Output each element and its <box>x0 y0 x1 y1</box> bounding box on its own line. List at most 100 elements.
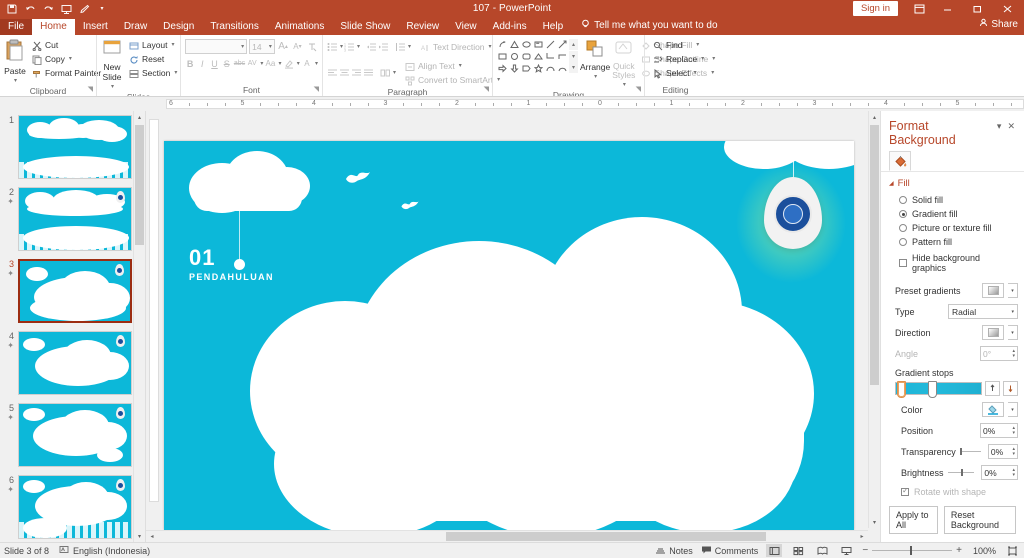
new-slide-chevron-down-icon[interactable]: ▾ <box>111 82 114 92</box>
shape-star-icon[interactable] <box>533 63 544 74</box>
undo-icon[interactable] <box>22 1 38 16</box>
font-name-input[interactable]: ▾ <box>185 39 248 54</box>
direction-button[interactable] <box>982 325 1004 340</box>
paste-button[interactable]: Paste ▾ <box>4 37 26 86</box>
numbering-icon[interactable]: 123 <box>344 39 355 54</box>
align-right-icon[interactable] <box>351 65 362 80</box>
tab-animations[interactable]: Animations <box>267 19 332 35</box>
shape-rounded-rectangle-icon[interactable] <box>521 51 532 62</box>
transparency-decrement-icon[interactable]: ▾ <box>1012 451 1015 457</box>
italic-button[interactable]: I <box>197 56 207 71</box>
cut-button[interactable]: Cut <box>28 39 104 52</box>
zoom-level[interactable]: 100% <box>970 546 996 556</box>
bullets-chevron-down-icon[interactable]: ▾ <box>340 43 343 50</box>
apply-to-all-button[interactable]: Apply to All <box>889 506 938 534</box>
shapes-more-icon[interactable]: ▾ <box>569 62 578 73</box>
copy-button[interactable]: Copy ▾ <box>28 53 104 66</box>
tab-add-ins[interactable]: Add-ins <box>485 19 535 35</box>
shape-arrow-icon[interactable] <box>557 39 568 50</box>
paragraph-dialog-launcher-icon[interactable]: ◥ <box>484 84 489 95</box>
font-color-chevron-down-icon[interactable]: ▾ <box>315 60 318 67</box>
shape-connector-icon[interactable] <box>557 51 568 62</box>
align-left-icon[interactable] <box>327 65 338 80</box>
drawing-dialog-launcher-icon[interactable]: ◥ <box>636 84 641 95</box>
pattern-fill-radio[interactable] <box>899 238 907 246</box>
preset-gradients-chevron-down-icon[interactable]: ▾ <box>1008 283 1018 298</box>
tab-file[interactable]: File <box>0 19 33 35</box>
tell-me-search[interactable]: Tell me what you want to do <box>571 17 723 35</box>
decrease-font-size-icon[interactable]: A ▾ <box>291 39 303 54</box>
shape-effects-chevron-down-icon[interactable]: ▾ <box>711 68 714 79</box>
tab-insert[interactable]: Insert <box>75 19 116 35</box>
zoom-in-button[interactable]: + <box>956 545 962 556</box>
shape-outline-chevron-down-icon[interactable]: ▾ <box>712 54 715 65</box>
layout-chevron-down-icon[interactable]: ▾ <box>172 40 175 51</box>
slide-thumbnail-item[interactable]: 2 ✦ <box>0 187 133 251</box>
pane-options-chevron-icon[interactable]: ▾ <box>994 119 1005 134</box>
tab-slide-show[interactable]: Slide Show <box>332 19 398 35</box>
sign-in-button[interactable]: Sign in <box>852 1 898 16</box>
slide-vertical-scrollbar[interactable]: ▴ ▾ <box>868 111 880 528</box>
pattern-fill-option[interactable]: Pattern fill <box>881 235 1024 249</box>
replace-button[interactable]: Replace ▾ <box>649 53 707 66</box>
shapes-gallery-scrollbar[interactable]: ▴ ▾ ▾ <box>569 37 578 73</box>
section-button[interactable]: Section ▾ <box>125 67 180 80</box>
shape-down-arrow-icon[interactable] <box>509 63 520 74</box>
notes-button[interactable]: Notes <box>655 545 693 557</box>
start-presentation-icon[interactable] <box>58 1 74 16</box>
new-slide-button[interactable]: New Slide ▾ <box>101 37 123 92</box>
font-dialog-launcher-icon[interactable]: ◥ <box>314 84 319 95</box>
quick-styles-button[interactable]: Quick Styles ▾ <box>612 37 635 90</box>
numbering-chevron-down-icon[interactable]: ▾ <box>357 43 360 50</box>
font-name-chevron-down-icon[interactable]: ▾ <box>241 43 244 50</box>
comments-button[interactable]: Comments <box>701 545 758 557</box>
shadow-button[interactable]: S <box>222 56 232 71</box>
save-icon[interactable] <box>4 1 20 16</box>
close-icon[interactable] <box>992 0 1022 17</box>
shape-line-icon[interactable] <box>545 39 556 50</box>
ribbon-display-options-icon[interactable] <box>906 0 932 17</box>
align-center-icon[interactable] <box>339 65 350 80</box>
change-case-button[interactable]: Aa <box>265 56 276 71</box>
vertical-ruler[interactable] <box>149 119 159 502</box>
shapes-gallery[interactable] <box>497 37 567 74</box>
share-button[interactable]: Share <box>979 18 1018 30</box>
thumbnail-scroll-down-icon[interactable]: ▾ <box>134 530 145 542</box>
section-chevron-down-icon[interactable]: ▾ <box>174 68 177 79</box>
shapes-scroll-up-icon[interactable]: ▴ <box>569 39 578 50</box>
tab-design[interactable]: Design <box>155 19 202 35</box>
slide-thumbnail-preview[interactable] <box>18 331 132 395</box>
zoom-track[interactable] <box>872 546 953 555</box>
preset-gradients-button[interactable] <box>982 283 1004 298</box>
language-button[interactable]: English (Indonesia) <box>59 545 150 557</box>
tab-view[interactable]: View <box>447 19 485 35</box>
bold-button[interactable]: B <box>185 56 195 71</box>
columns-icon[interactable] <box>380 65 391 80</box>
shape-triangle-icon[interactable] <box>509 39 520 50</box>
columns-chevron-down-icon[interactable]: ▾ <box>393 69 396 76</box>
highlight-chevron-down-icon[interactable]: ▾ <box>297 60 300 67</box>
gradient-fill-option[interactable]: Gradient fill <box>881 207 1024 221</box>
slide-thumbnail-item[interactable]: 1 <box>0 115 133 179</box>
reading-view-button[interactable] <box>814 544 830 557</box>
slide-vertical-scrollbar-thumb[interactable] <box>870 125 879 385</box>
remove-gradient-stop-icon[interactable] <box>1003 381 1018 396</box>
thumbnail-scroll-up-icon[interactable]: ▴ <box>134 111 145 123</box>
thumbnail-scrollbar-thumb[interactable] <box>135 125 144 245</box>
rotate-with-shape-option[interactable]: Rotate with shape <box>881 483 1024 499</box>
align-text-chevron-down-icon[interactable]: ▾ <box>459 61 462 72</box>
slide-scroll-left-icon[interactable]: ◂ <box>146 531 158 542</box>
format-painter-button[interactable]: Format Painter <box>28 67 104 80</box>
slide-thumbnail-item[interactable]: 6 ✦ <box>0 475 133 539</box>
transparency-slider[interactable] <box>959 448 981 455</box>
solid-fill-option[interactable]: Solid fill <box>881 193 1024 207</box>
tab-transitions[interactable]: Transitions <box>202 19 267 35</box>
gradient-stop-2[interactable] <box>928 381 938 398</box>
slide-canvas[interactable]: 01 PENDAHULUAN <box>164 141 854 530</box>
slide-horizontal-scrollbar-thumb[interactable] <box>446 532 766 541</box>
shape-arc-icon[interactable] <box>557 63 568 74</box>
slide-sorter-view-button[interactable] <box>790 544 806 557</box>
tab-home[interactable]: Home <box>32 19 75 35</box>
slide-thumbnail-preview[interactable] <box>18 187 132 251</box>
slide-thumbnail-preview[interactable] <box>18 259 132 323</box>
